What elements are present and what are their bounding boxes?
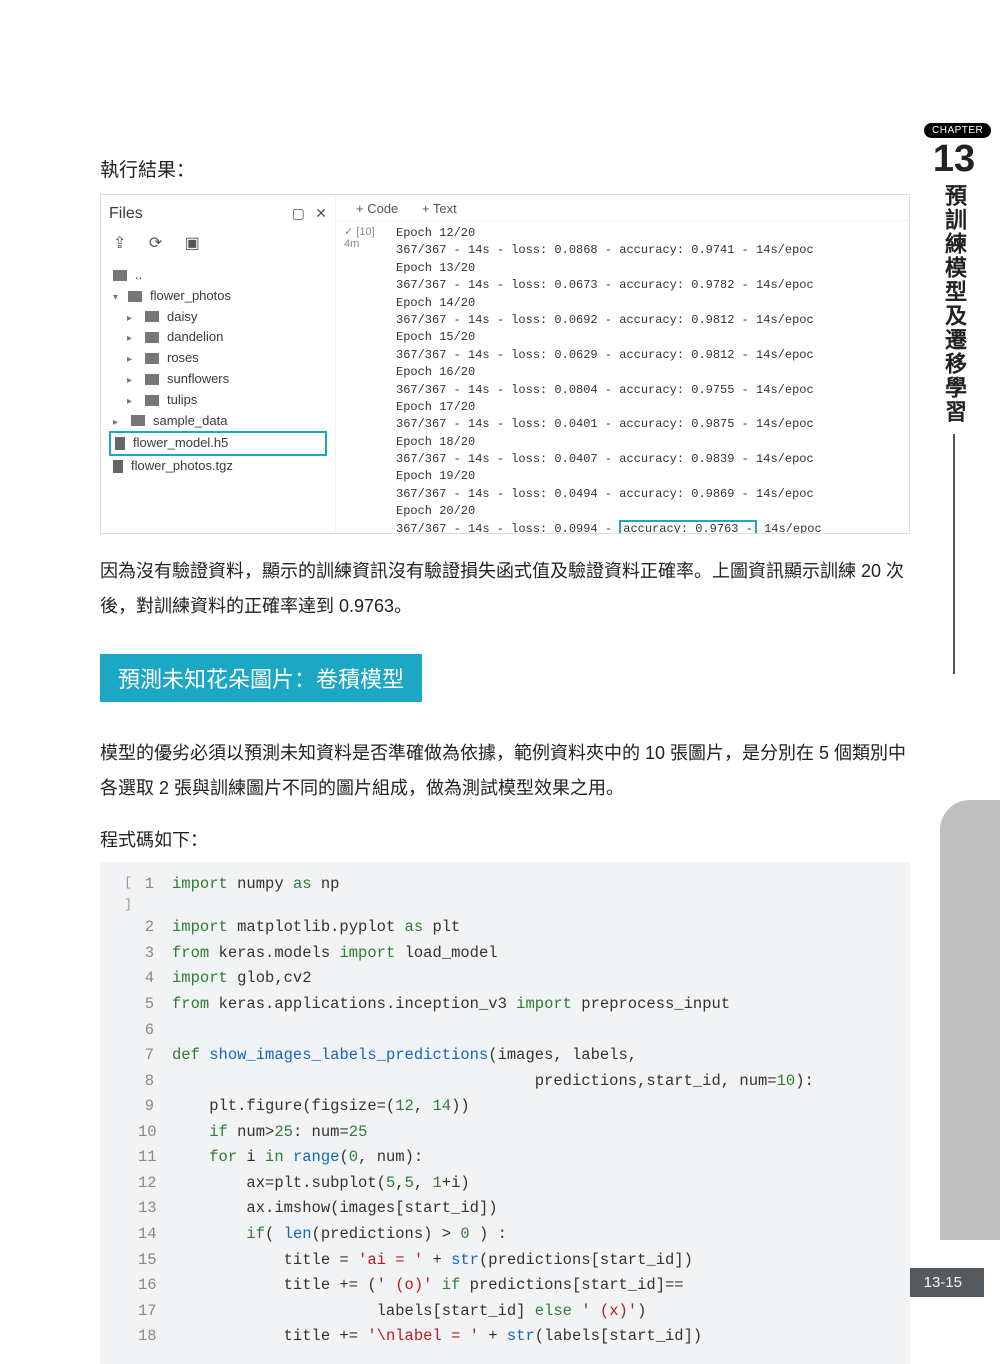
cell-meta: ✓ [10] 4m (336, 221, 386, 533)
section-heading: 預測未知花朵圖片：卷積模型 (100, 654, 422, 702)
colab-toolbar: + Code + Text (336, 197, 909, 221)
tree-up[interactable]: .. (109, 265, 327, 286)
mount-drive-icon[interactable]: ▣ (185, 235, 200, 252)
paragraph-1: 因為沒有驗證資料，顯示的訓練資訊沒有驗證損失函式值及驗證資料正確率。上圖資訊顯示… (100, 554, 910, 624)
tree-child[interactable]: dandelion (109, 327, 327, 348)
training-output: Epoch 12/20 367/367 - 14s - loss: 0.0868… (386, 221, 822, 533)
tree-file[interactable]: flower_photos.tgz (109, 456, 327, 477)
run-result-label: 執行結果： (100, 155, 910, 182)
files-header-icons: ▢ ✕ (286, 205, 327, 223)
tree-root[interactable]: flower_photos (109, 286, 327, 307)
colab-screenshot: Files ▢ ✕ ⇪ ⟳ ▣ .. flower_photos daisy d… (100, 194, 910, 534)
file-tree: .. flower_photos daisy dandelion roses s… (109, 265, 327, 477)
files-toolbar: ⇪ ⟳ ▣ (113, 233, 327, 253)
add-code-button[interactable]: + Code (356, 201, 398, 216)
tree-child[interactable]: tulips (109, 390, 327, 411)
code-block: [ ]1import numpy as np2import matplotlib… (100, 862, 910, 1363)
files-panel: Files ▢ ✕ ⇪ ⟳ ▣ .. flower_photos daisy d… (101, 195, 336, 533)
code-label: 程式碼如下： (100, 826, 910, 852)
tree-child[interactable]: daisy (109, 307, 327, 328)
refresh-icon[interactable]: ⟳ (149, 235, 162, 252)
tree-file-highlighted[interactable]: flower_model.h5 (109, 431, 327, 456)
paragraph-2: 模型的優劣必須以預測未知資料是否準確做為依據，範例資料夾中的 10 張圖片，是分… (100, 736, 910, 806)
tree-sibling[interactable]: sample_data (109, 411, 327, 432)
new-window-icon[interactable]: ▢ (292, 205, 305, 221)
close-icon[interactable]: ✕ (315, 205, 327, 221)
tree-child[interactable]: roses (109, 348, 327, 369)
add-text-button[interactable]: + Text (422, 201, 457, 216)
upload-icon[interactable]: ⇪ (113, 235, 126, 252)
tree-child[interactable]: sunflowers (109, 369, 327, 390)
files-title: Files (109, 205, 143, 223)
